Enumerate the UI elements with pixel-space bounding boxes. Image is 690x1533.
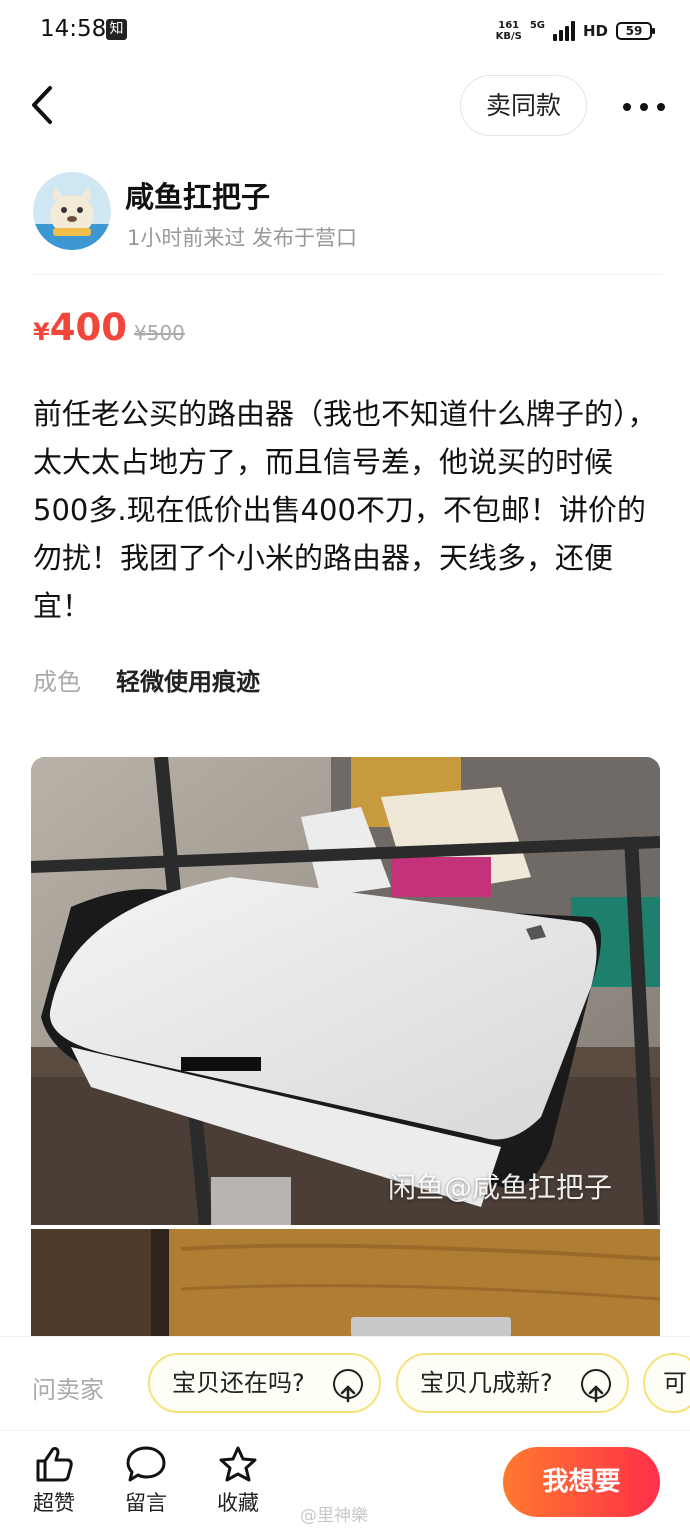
quick-question-text: 可 <box>663 1369 687 1397</box>
quick-question-chip[interactable]: 宝贝还在吗? <box>148 1353 381 1413</box>
more-options-icon[interactable] <box>620 95 668 119</box>
ask-seller-label: 问卖家 <box>32 1376 104 1404</box>
comment-button[interactable]: 留言 <box>116 1445 176 1517</box>
comment-label: 留言 <box>125 1491 167 1515</box>
item-description: 前任老公买的路由器（我也不知道什么牌子的），太大太占地方了，而且信号差，他说买的… <box>33 397 657 623</box>
battery-icon: 59 <box>616 22 655 40</box>
like-label: 超赞 <box>33 1491 75 1515</box>
favorite-label: 收藏 <box>217 1491 259 1515</box>
network-speed: 161 KB/S <box>496 20 522 42</box>
signal-icon <box>552 21 575 41</box>
status-bar: 14:58 知 161 KB/S 5G HD 59 <box>0 0 690 64</box>
arrow-up-circle-icon <box>333 1369 363 1403</box>
condition-label: 成色 <box>33 668 81 696</box>
price: ¥400 <box>33 306 127 349</box>
avatar[interactable] <box>33 172 111 250</box>
hd-call-icon: HD <box>582 22 608 40</box>
quick-question-chip[interactable]: 宝贝几成新? <box>396 1353 629 1413</box>
weibo-watermark: @里神樂 <box>300 1506 368 1526</box>
quick-question-chip[interactable]: 可 <box>643 1353 690 1413</box>
current-price: 400 <box>49 306 127 349</box>
divider <box>30 274 662 275</box>
photo-watermark: 闲鱼@咸鱼扛把子 <box>388 1171 613 1204</box>
seller-name[interactable]: 咸鱼扛把子 <box>125 174 270 216</box>
zhihu-app-icon: 知 <box>106 19 127 40</box>
ask-seller-bar: 问卖家 宝贝还在吗? 宝贝几成新? 可 <box>0 1336 690 1430</box>
seal-avatar-icon <box>33 172 111 250</box>
status-time: 14:58 <box>40 16 107 42</box>
wooden-shelf-photo <box>31 1229 660 1349</box>
like-button[interactable]: 超赞 <box>24 1445 84 1517</box>
thumbs-up-icon <box>36 1447 73 1482</box>
seller-meta: 1小时前来过 发布于营口 <box>127 226 358 250</box>
want-button[interactable]: 我想要 <box>503 1447 660 1517</box>
quick-question-text: 宝贝几成新? <box>420 1369 553 1397</box>
condition-value: 轻微使用痕迹 <box>116 668 260 696</box>
product-photo[interactable]: 闲鱼@咸鱼扛把子 <box>31 757 660 1225</box>
original-price: ¥500 <box>134 321 185 345</box>
network-speed-value: 161 <box>498 20 520 31</box>
star-icon <box>219 1446 257 1482</box>
back-button[interactable] <box>26 82 66 128</box>
favorite-button[interactable]: 收藏 <box>208 1445 268 1517</box>
status-indicators: 161 KB/S 5G HD 59 <box>496 16 655 46</box>
chevron-left-icon <box>32 86 52 124</box>
game-console-photo <box>31 757 660 1225</box>
arrow-up-circle-icon <box>581 1369 611 1403</box>
sell-same-button[interactable]: 卖同款 <box>460 75 587 136</box>
chat-bubble-icon <box>126 1446 166 1482</box>
currency-symbol: ¥ <box>33 318 50 346</box>
bottom-action-bar: 超赞 留言 收藏 @里神樂 我想要 <box>0 1430 690 1533</box>
network-type: 5G <box>529 19 545 31</box>
product-photo-2[interactable] <box>31 1229 660 1349</box>
quick-question-text: 宝贝还在吗? <box>172 1369 305 1397</box>
network-speed-unit: KB/S <box>495 31 522 42</box>
